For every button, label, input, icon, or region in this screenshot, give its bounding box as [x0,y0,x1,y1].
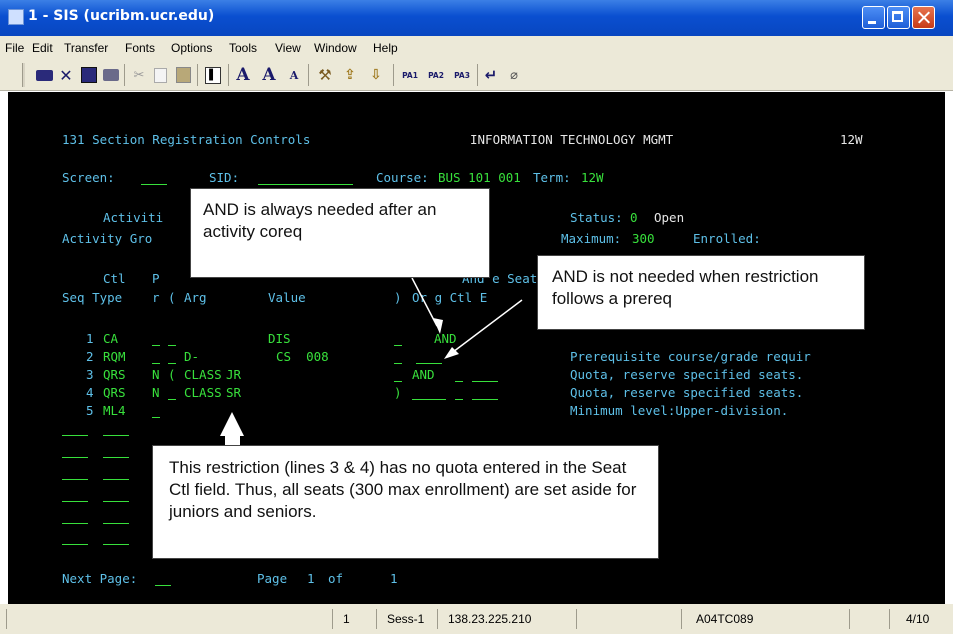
status-cursor-cell: 4/10 [889,609,940,629]
callout-quota-note: This restriction (lines 3 & 4) has no qu… [152,445,659,559]
status-session: Sess-1 [387,612,425,626]
callout-prereq: AND is not needed when restriction follo… [537,255,865,330]
status-empty-cell-2 [849,609,890,629]
status-empty-cell [576,609,682,629]
status-session-num-cell: 1 [332,609,377,629]
status-lu: A04TC089 [696,612,754,626]
status-session-num: 1 [343,612,350,626]
status-cursor: 4/10 [906,612,930,626]
status-ip: 138.23.225.210 [448,612,532,626]
status-message [6,609,333,629]
callout-activity-coreq: AND is always needed after an activity c… [190,188,490,278]
status-lu-cell: A04TC089 [681,609,850,629]
status-bar: 1 Sess-1 138.23.225.210 A04TC089 4/10 [0,604,953,634]
arrow-1-line [411,277,438,327]
status-ip-cell: 138.23.225.210 [437,609,577,629]
status-session-cell: Sess-1 [376,609,438,629]
arrow-3-head [220,412,244,436]
arrow-1-head [433,318,443,334]
arrow-2-line [452,299,523,353]
